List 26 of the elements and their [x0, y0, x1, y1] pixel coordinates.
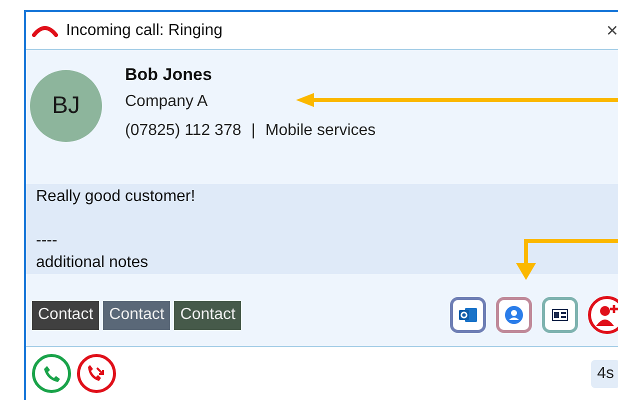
caller-name: Bob Jones: [125, 64, 213, 86]
contact-tag: Contact: [174, 300, 242, 330]
reject-call-icon: [86, 364, 106, 384]
mail-app-icon: [459, 307, 477, 323]
phone-number: (07825) 112 378: [125, 121, 242, 141]
id-card-icon: [552, 309, 568, 321]
contact-card-button[interactable]: [542, 297, 578, 333]
service-label: Mobile services: [265, 121, 376, 141]
outlook-button[interactable]: [450, 297, 486, 333]
contact-tag: Contact: [103, 300, 170, 330]
avatar: BJ: [30, 70, 102, 142]
contact-tag: Contact: [32, 300, 100, 330]
company-name: Company A: [125, 92, 209, 112]
separator: |: [251, 121, 256, 141]
close-button[interactable]: ×: [606, 20, 618, 40]
add-person-icon: [595, 303, 618, 327]
person-icon: [505, 306, 523, 324]
window-title: Incoming call: Ringing: [66, 20, 223, 40]
contact-button[interactable]: [496, 297, 532, 333]
notes-area: Really good customer! ---- additional notes: [26, 184, 618, 274]
hang-up-icon: [32, 24, 58, 36]
add-contact-button[interactable]: [588, 296, 618, 334]
answer-button[interactable]: [32, 354, 71, 393]
reject-button[interactable]: [77, 354, 116, 393]
call-duration: 4s: [591, 360, 618, 388]
phone-icon: [42, 364, 60, 382]
